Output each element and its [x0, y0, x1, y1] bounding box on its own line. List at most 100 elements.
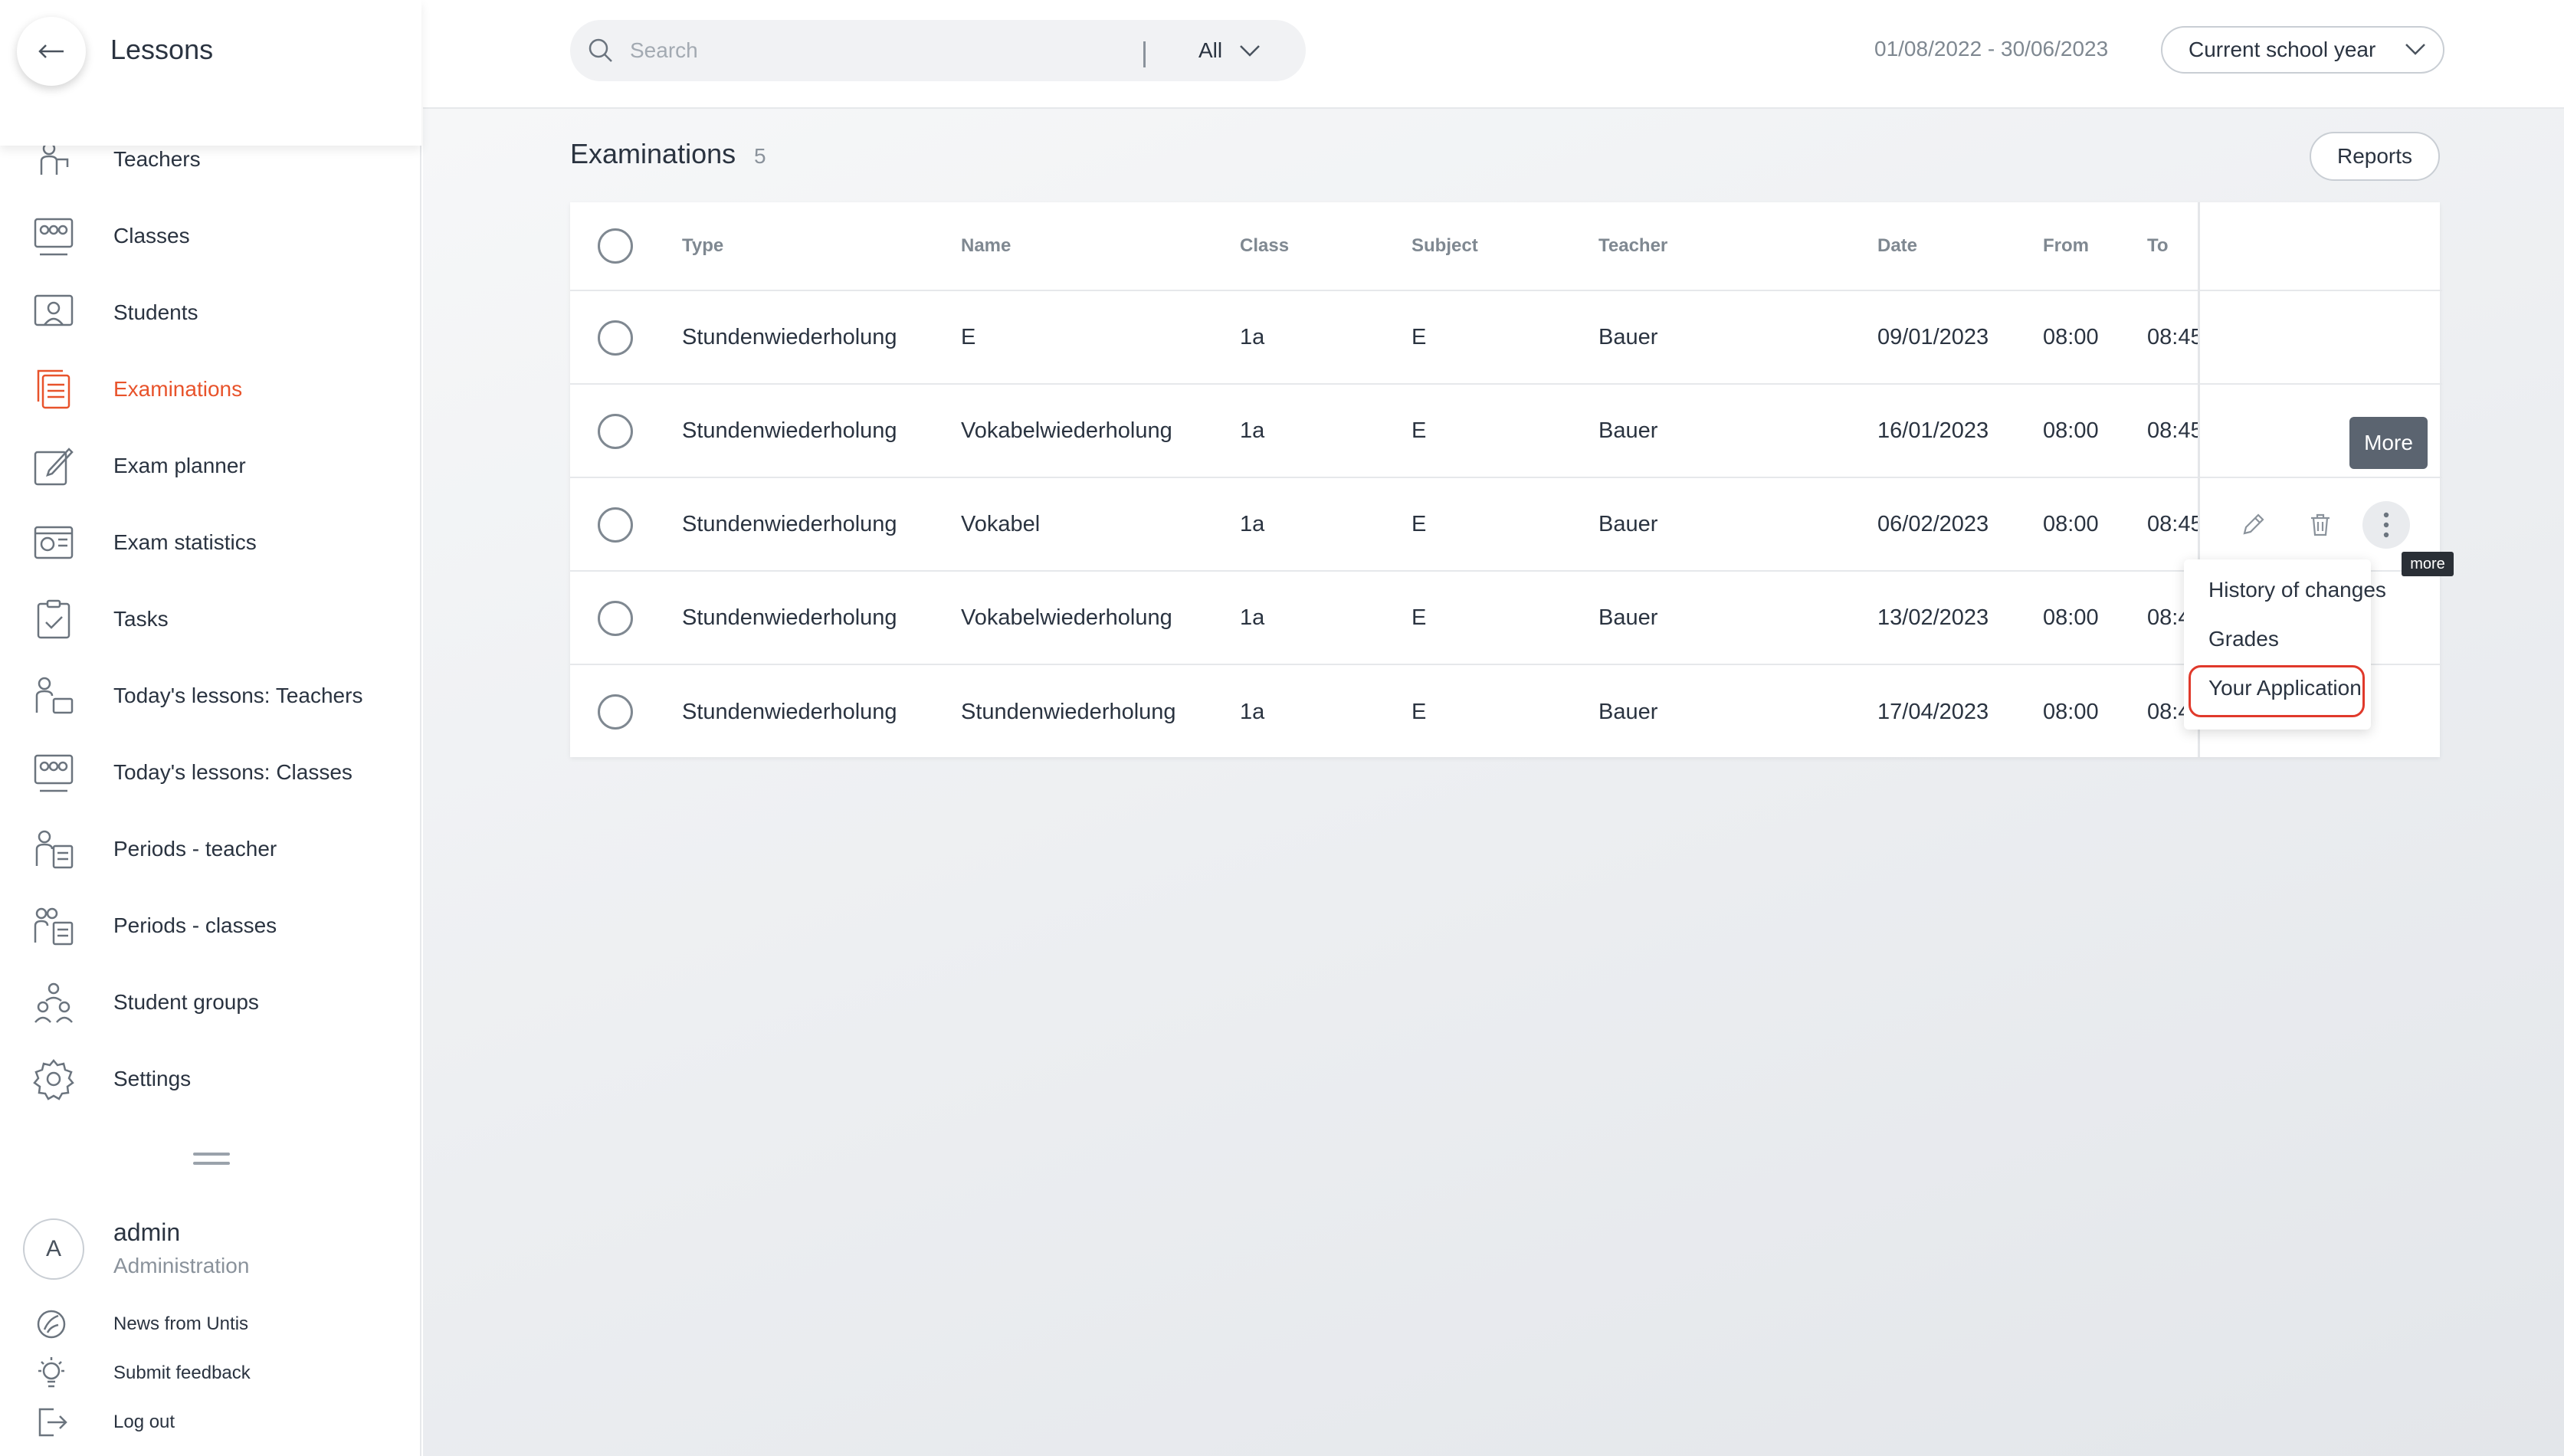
sidebar-item-label: Student groups [113, 990, 259, 1014]
cell-class: 1a [1240, 699, 1265, 724]
cell-name: E [961, 324, 976, 349]
exam-planner-icon [34, 448, 74, 486]
sidebar-item-periods-classes[interactable]: Periods - classes [0, 887, 421, 964]
cell-subject: E [1412, 511, 1427, 536]
cell-from: 08:00 [2043, 511, 2099, 536]
divider [2200, 477, 2442, 478]
search-input[interactable] [630, 32, 1090, 69]
select-all-checkbox[interactable] [598, 228, 633, 264]
column-header-date[interactable]: Date [1877, 202, 1917, 290]
row-checkbox[interactable] [598, 320, 633, 356]
sidebar-item-exam-statistics[interactable]: Exam statistics [0, 504, 421, 581]
cell-subject: E [1412, 605, 1427, 630]
cell-teacher: Bauer [1598, 511, 1658, 536]
row-checkbox[interactable] [598, 414, 633, 449]
sidebar-title: Lessons [110, 34, 214, 65]
trash-icon [2311, 513, 2330, 536]
settings-icon [33, 1059, 74, 1100]
cell-teacher: Bauer [1598, 418, 1658, 443]
cell-name: Vokabelwiederholung [961, 418, 1172, 443]
arrow-left-icon [38, 44, 64, 58]
sidebar-item-label: Exam statistics [113, 530, 257, 554]
cell-to: 08:45 [2147, 324, 2203, 349]
row-checkbox[interactable] [598, 694, 633, 730]
news-link[interactable]: News from Untis [0, 1301, 421, 1347]
column-header-teacher[interactable]: Teacher [1598, 202, 1667, 290]
sidebar-item-todays-lessons-classes[interactable]: Today's lessons: Classes [0, 734, 421, 811]
sidebar-item-label: Settings [113, 1067, 192, 1090]
column-header-name[interactable]: Name [961, 202, 1011, 290]
cell-name: Vokabel [961, 511, 1041, 536]
row-checkbox[interactable] [598, 507, 633, 543]
sidebar-item-todays-lessons-teachers[interactable]: Today's lessons: Teachers [0, 657, 421, 734]
table-row[interactable]: Stundenwiederholung Vokabelwiederholung … [570, 572, 2440, 665]
sidebar-item-settings[interactable]: Settings [0, 1041, 421, 1117]
search-filter-value: All [1198, 38, 1223, 62]
cell-from: 08:00 [2043, 418, 2099, 443]
table-header-row: Type Name Class Subject Teacher Date Fro… [570, 202, 2440, 291]
sidebar-header: Lessons [0, 0, 421, 146]
logout-icon [38, 1408, 67, 1437]
chevron-down-icon [1240, 45, 1261, 57]
table-row[interactable]: Stundenwiederholung E 1a E Bauer 09/01/2… [570, 291, 2440, 385]
table-row[interactable]: Stundenwiederholung Stundenwiederholung … [570, 665, 2440, 759]
sidebar-item-label: Tasks [113, 607, 169, 631]
column-header-subject[interactable]: Subject [1412, 202, 1478, 290]
divider [2200, 290, 2442, 291]
cell-from: 08:00 [2043, 699, 2099, 724]
user-name: admin [113, 1218, 181, 1246]
logout-link[interactable]: Log out [0, 1399, 421, 1445]
table-row[interactable]: Stundenwiederholung Vokabelwiederholung … [570, 385, 2440, 478]
more-menu: History of changes Grades Your Applicati… [2184, 559, 2386, 730]
more-button[interactable] [2362, 501, 2410, 549]
cell-class: 1a [1240, 418, 1265, 443]
back-button[interactable] [17, 17, 86, 86]
cell-type: Stundenwiederholung [682, 324, 897, 349]
sidebar-item-examinations[interactable]: Examinations [0, 351, 421, 428]
reports-button[interactable]: Reports [2310, 132, 2440, 181]
search-filter-dropdown[interactable]: All [1198, 20, 1290, 81]
sidebar-item-exam-planner[interactable]: Exam planner [0, 428, 421, 504]
sidebar-item-tasks[interactable]: Tasks [0, 581, 421, 657]
sidebar: Lessons Teachers Classes Students Examin… [0, 0, 421, 1456]
delete-button[interactable] [2297, 501, 2344, 549]
user-role: Administration [113, 1254, 250, 1277]
sidebar-item-students[interactable]: Students [0, 274, 421, 351]
result-count: 5 [754, 144, 766, 168]
sidebar-item-label: Exam planner [113, 454, 246, 477]
table-row[interactable]: Stundenwiederholung Vokabel 1a E Bauer 0… [570, 478, 2440, 572]
cell-teacher: Bauer [1598, 699, 1658, 724]
cell-class: 1a [1240, 605, 1265, 630]
lightbulb-icon [38, 1357, 64, 1388]
highlight-outline [2189, 665, 2365, 717]
top-bar: All 01/08/2022 - 30/06/2023 Current scho… [423, 0, 2564, 109]
sidebar-item-student-groups[interactable]: Student groups [0, 964, 421, 1041]
sidebar-item-classes[interactable]: Classes [0, 198, 421, 274]
column-header-from[interactable]: From [2043, 202, 2089, 290]
classes-icon [34, 218, 74, 256]
row-checkbox[interactable] [598, 601, 633, 636]
cell-from: 08:00 [2043, 324, 2099, 349]
menu-item-history-of-changes[interactable]: History of changes [2208, 578, 2386, 602]
feedback-link[interactable]: Submit feedback [0, 1350, 421, 1396]
cell-class: 1a [1240, 324, 1265, 349]
avatar[interactable]: A [23, 1218, 84, 1280]
date-range: 01/08/2022 - 30/06/2023 [1874, 37, 2109, 61]
sidebar-resize-handle[interactable] [193, 1153, 230, 1168]
todays-lessons-classes-icon [34, 754, 74, 792]
cell-name: Vokabelwiederholung [961, 605, 1172, 630]
column-header-class[interactable]: Class [1240, 202, 1289, 290]
sidebar-item-periods-teacher[interactable]: Periods - teacher [0, 811, 421, 887]
column-header-to[interactable]: To [2147, 202, 2169, 290]
search-icon [589, 38, 612, 62]
edit-button[interactable] [2229, 501, 2277, 549]
cell-class: 1a [1240, 511, 1265, 536]
school-year-select[interactable]: Current school year [2161, 26, 2444, 74]
menu-item-grades[interactable]: Grades [2208, 627, 2279, 651]
news-label: News from Untis [113, 1313, 249, 1334]
feedback-label: Submit feedback [113, 1363, 251, 1383]
cell-from: 08:00 [2043, 605, 2099, 630]
column-header-type[interactable]: Type [682, 202, 723, 290]
page-title: Examinations [570, 138, 736, 169]
sidebar-item-label: Periods - teacher [113, 837, 277, 861]
